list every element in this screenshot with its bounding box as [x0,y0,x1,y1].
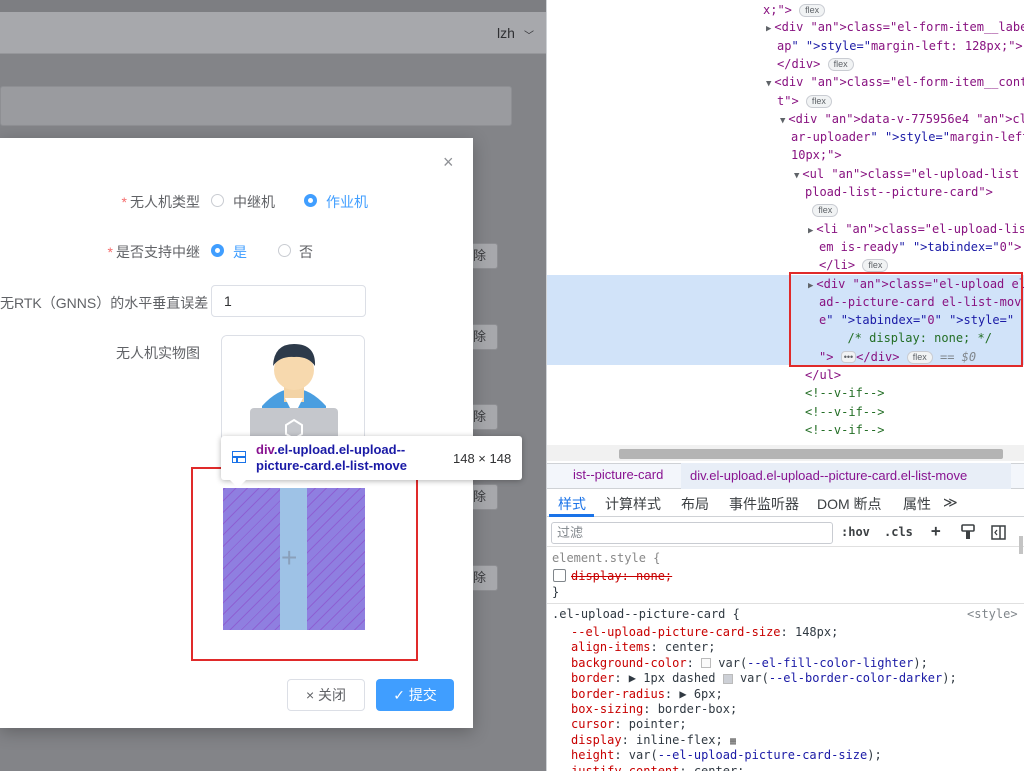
breadcrumb-item[interactable]: ist--picture-card [573,467,663,482]
tooltip-dimensions: 148 × 148 [453,451,512,466]
uploaded-photo-card[interactable] [221,335,365,447]
close-icon: × [305,687,315,703]
photo-label: 无人机实物图 [116,345,200,361]
new-rule-icon[interactable]: + [931,521,941,540]
vertical-scrollbar[interactable] [1019,536,1023,554]
tab-computed[interactable]: 计算样式 [605,494,661,514]
type-label: * 无人机类型 [121,194,200,210]
tab-styles[interactable]: 样式 [558,494,586,514]
relay-support-label: * 是否支持中继 [107,244,200,260]
grid-layout-icon [232,451,246,463]
more-tabs-icon[interactable]: ≫ [943,494,958,511]
radio-no-label[interactable]: 否 [299,242,313,262]
element-style-property[interactable]: display: none; [571,567,672,585]
drone-avatar-image [222,336,364,446]
chevron-down-icon[interactable]: ﹀ [524,27,534,42]
styles-filter-input[interactable]: 过滤 [551,522,833,544]
breadcrumb-item-selected[interactable]: div.el-upload.el-upload--picture-card.el… [681,463,1011,489]
dom-line[interactable]: flex [805,201,839,219]
scrollbar-thumb[interactable] [619,449,1003,459]
radio-yes-label[interactable]: 是 [233,242,247,262]
dom-line[interactable]: <!--v-if--> [805,421,884,439]
user-name[interactable]: lzh [497,25,515,41]
dom-line[interactable]: ▼<ul "an">class="el-upload-list el-u [794,165,1024,185]
element-style-close: } [552,585,560,599]
dom-line[interactable]: </div> flex [777,55,854,73]
dom-line[interactable]: em is-ready" ">tabindex="0"> ••• [819,238,1024,256]
dom-line[interactable]: ▼<div "an">data-v-775956e4 "an">class="a… [780,110,1024,130]
tooltip-tag: div [256,442,274,457]
active-tab-indicator [549,514,594,517]
tooltip-class: .el-upload.el-upload--picture-card.el-li… [256,442,407,473]
close-button[interactable]: × 关闭 [287,679,365,711]
dom-line[interactable]: t"> flex [777,92,832,110]
rtk-error-input[interactable]: 1 [211,285,366,317]
radio-relay[interactable] [211,194,224,207]
search-panel [0,86,512,126]
dom-line[interactable]: <!--v-if--> [805,403,884,421]
rule-selector[interactable]: .el-upload--picture-card { [552,605,740,623]
dom-line[interactable]: 10px;"> [791,146,842,164]
dom-line[interactable]: <!--v-if--> [805,384,884,402]
close-icon[interactable]: × [443,152,454,173]
element-style-selector: element.style { [552,551,661,565]
paint-brush-icon[interactable] [961,524,975,540]
toggle-sidebar-icon[interactable] [991,525,1006,540]
relay-support-label-text: 是否支持中继 [116,244,200,260]
tab-layout[interactable]: 布局 [681,494,709,514]
tab-properties[interactable]: 属性 [903,494,931,514]
tab-dom-breakpoints[interactable]: DOM 断点 [817,494,882,514]
css-property[interactable]: justify-content: center; [571,762,744,771]
radio-yes[interactable] [211,244,224,257]
top-gap [0,0,546,12]
dom-line[interactable]: x;"> flex [763,1,826,19]
check-icon: ✓ [393,687,405,703]
devtools-panel: x;"> flex ▶ <div "an">class="el-form-item_… [546,0,1024,771]
inspect-tooltip: div.el-upload.el-upload--picture-card.el… [221,436,522,488]
radio-no[interactable] [278,244,291,257]
annotation-box-left [191,467,418,661]
dom-line[interactable]: ▶<li "an">class="el-upload-list__it [808,220,1024,240]
close-button-label: 关闭 [318,687,347,703]
tooltip-selector: div.el-upload.el-upload--picture-card.el… [256,442,446,474]
submit-button[interactable]: ✓ 提交 [376,679,454,711]
rule-source[interactable]: <style> [967,605,1018,623]
radio-relay-label[interactable]: 中继机 [233,192,275,212]
dom-line[interactable]: pload-list--picture-card"> [805,183,993,201]
divider [547,603,1024,604]
property-checkbox[interactable] [553,569,566,582]
header-bar [0,12,546,54]
tooltip-caret [230,480,246,488]
radio-work-label[interactable]: 作业机 [326,192,368,212]
rtk-label: 无RTK（GNNS）的水平垂直误差 [0,295,209,311]
app-page: lzh ﹀ 除 除 除 除 除 × * 无人机类型 中继机 作业机 * 是否支持中继… [0,0,546,771]
divider [547,546,1024,547]
tab-event-listeners[interactable]: 事件监听器 [729,494,799,514]
type-label-text: 无人机类型 [130,194,200,210]
dom-line[interactable]: ar-uploader" ">style="margin-left: [791,128,1024,146]
dom-line[interactable]: </ul> [805,366,841,384]
dom-line[interactable]: ▼ <div "an">class="el-form-item__conten [766,73,1024,93]
dom-line[interactable]: ▶<div "an">class="el-form-item__label-wr [766,18,1024,38]
cls-toggle[interactable]: .cls [884,525,913,539]
radio-work[interactable] [304,194,317,207]
hov-toggle[interactable]: :hov [841,525,870,539]
annotation-box-right [789,272,1023,367]
submit-button-label: 提交 [408,687,437,703]
dom-line[interactable]: ap" ">style="margin-left: 128px;"> ••• [777,37,1024,55]
